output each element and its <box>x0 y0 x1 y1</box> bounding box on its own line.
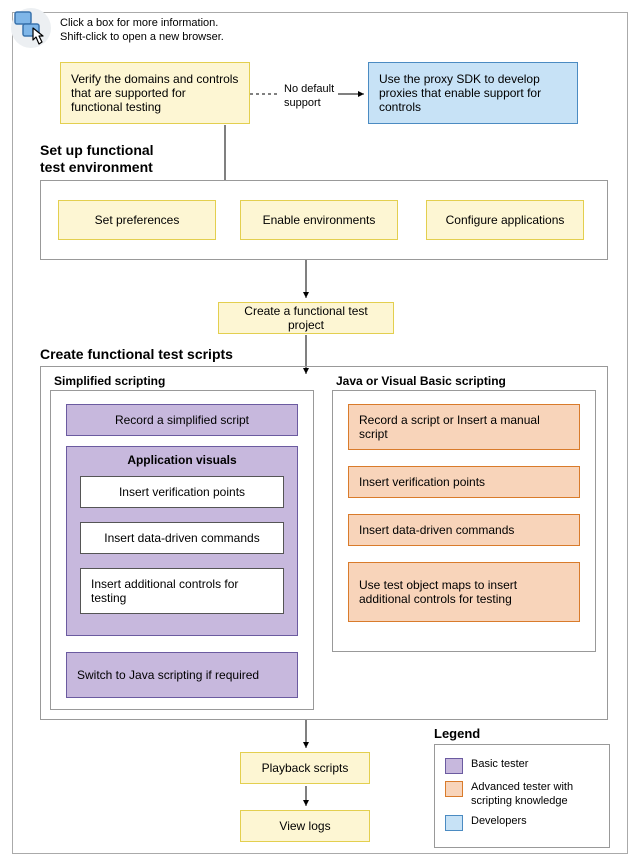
jvb-obj-maps-label: Use test object maps to insert additiona… <box>359 578 569 606</box>
sim-data-driven-box[interactable]: Insert data-driven commands <box>80 522 284 554</box>
playback-box[interactable]: Playback scripts <box>240 752 370 784</box>
hint-line2: Shift-click to open a new browser. <box>60 30 360 44</box>
app-visuals-title: Application visuals <box>77 453 287 467</box>
verify-domains-label: Verify the domains and controls that are… <box>71 72 239 114</box>
setup-env-heading: Set up functional test environment <box>40 142 240 176</box>
jvb-data-driven-label: Insert data-driven commands <box>359 523 514 537</box>
jvb-record-box[interactable]: Record a script or Insert a manual scrip… <box>348 404 580 450</box>
legend-dev: Developers <box>445 814 599 831</box>
jvb-verify-label: Insert verification points <box>359 475 485 489</box>
configure-applications-box[interactable]: Configure applications <box>426 200 584 240</box>
configure-applications-label: Configure applications <box>446 213 565 227</box>
legend-dev-label: Developers <box>471 814 527 828</box>
proxy-sdk-box[interactable]: Use the proxy SDK to develop proxies tha… <box>368 62 578 124</box>
sim-verify-box[interactable]: Insert verification points <box>80 476 284 508</box>
hint-line1: Click a box for more information. <box>60 16 360 30</box>
java-vb-title: Java or Visual Basic scripting <box>336 374 506 388</box>
sim-data-driven-label: Insert data-driven commands <box>104 531 259 545</box>
legend-title: Legend <box>434 726 480 741</box>
no-default-label: No default support <box>284 82 344 110</box>
legend-box: Basic tester Advanced tester with script… <box>434 744 610 848</box>
legend-swatch-orange <box>445 781 463 797</box>
legend-advanced: Advanced tester with scripting knowledge <box>445 780 599 808</box>
legend-basic-label: Basic tester <box>471 757 528 771</box>
info-icon <box>9 6 53 50</box>
switch-java-label: Switch to Java scripting if required <box>77 668 259 682</box>
record-simplified-box[interactable]: Record a simplified script <box>66 404 298 436</box>
legend-advanced-label: Advanced tester with scripting knowledge <box>471 780 599 808</box>
legend-basic: Basic tester <box>445 757 599 774</box>
view-logs-label: View logs <box>279 819 330 833</box>
jvb-record-label: Record a script or Insert a manual scrip… <box>359 413 569 441</box>
record-simplified-label: Record a simplified script <box>115 413 249 427</box>
legend-swatch-purple <box>445 758 463 774</box>
create-project-label: Create a functional test project <box>229 304 383 332</box>
jvb-verify-box[interactable]: Insert verification points <box>348 466 580 498</box>
diagram-root: Click a box for more information. Shift-… <box>0 0 638 863</box>
sim-additional-label: Insert additional controls for testing <box>91 577 273 605</box>
sim-verify-label: Insert verification points <box>119 485 245 499</box>
playback-label: Playback scripts <box>262 761 349 775</box>
proxy-sdk-label: Use the proxy SDK to develop proxies tha… <box>379 72 567 114</box>
legend-swatch-blue <box>445 815 463 831</box>
create-scripts-heading: Create functional test scripts <box>40 346 340 362</box>
view-logs-box[interactable]: View logs <box>240 810 370 842</box>
jvb-obj-maps-box[interactable]: Use test object maps to insert additiona… <box>348 562 580 622</box>
sim-additional-box[interactable]: Insert additional controls for testing <box>80 568 284 614</box>
enable-environments-label: Enable environments <box>263 213 376 227</box>
verify-domains-box[interactable]: Verify the domains and controls that are… <box>60 62 250 124</box>
enable-environments-box[interactable]: Enable environments <box>240 200 398 240</box>
jvb-data-driven-box[interactable]: Insert data-driven commands <box>348 514 580 546</box>
simplified-title: Simplified scripting <box>54 374 165 388</box>
set-preferences-label: Set preferences <box>95 213 180 227</box>
hint-text: Click a box for more information. Shift-… <box>60 16 360 44</box>
switch-java-box[interactable]: Switch to Java scripting if required <box>66 652 298 698</box>
create-project-box[interactable]: Create a functional test project <box>218 302 394 334</box>
set-preferences-box[interactable]: Set preferences <box>58 200 216 240</box>
